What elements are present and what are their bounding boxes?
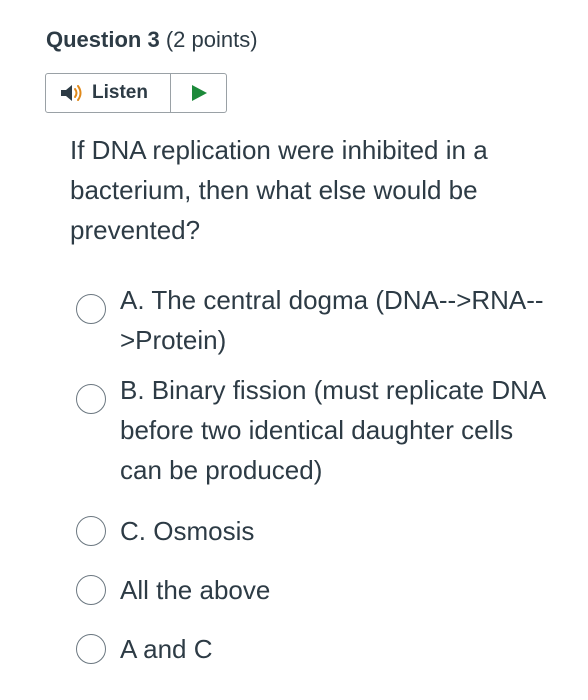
question-prompt: If DNA replication were inhibited in a b… — [70, 135, 488, 245]
answer-option-c-label: C. Osmosis — [120, 516, 255, 546]
answer-option-all-label: All the above — [120, 575, 271, 605]
answer-option-b[interactable]: B. Binary fission (must replicate DNA be… — [76, 370, 576, 490]
radio-button-all[interactable] — [76, 575, 106, 605]
answer-options: A. The central dogma (DNA-->RNA-->Protei… — [76, 280, 576, 669]
radio-button-b[interactable] — [76, 384, 106, 414]
question-points: (2 points) — [165, 27, 258, 52]
answer-option-a[interactable]: A. The central dogma (DNA-->RNA-->Protei… — [76, 280, 576, 360]
radio-button-c[interactable] — [76, 516, 106, 546]
radio-button-a[interactable] — [76, 294, 106, 324]
answer-option-b-label: B. Binary fission (must replicate DNA be… — [120, 375, 545, 485]
listen-button[interactable]: Listen — [46, 74, 171, 112]
listen-label: Listen — [92, 82, 148, 103]
answer-option-a-label: A. The central dogma (DNA-->RNA-->Protei… — [120, 285, 544, 355]
question-header: Question 3 (2 points) — [46, 26, 258, 54]
answer-option-a-and-c[interactable]: A and C — [76, 630, 576, 669]
speaker-icon — [60, 83, 86, 103]
listen-toolbar: Listen — [45, 73, 227, 113]
answer-option-c[interactable]: C. Osmosis — [76, 512, 576, 551]
question-title: Question 3 — [46, 27, 160, 52]
play-icon — [191, 85, 207, 101]
play-button[interactable] — [171, 74, 226, 112]
answer-option-a-and-c-label: A and C — [120, 634, 213, 664]
radio-button-a-and-c[interactable] — [76, 634, 106, 664]
answer-option-all[interactable]: All the above — [76, 571, 576, 610]
